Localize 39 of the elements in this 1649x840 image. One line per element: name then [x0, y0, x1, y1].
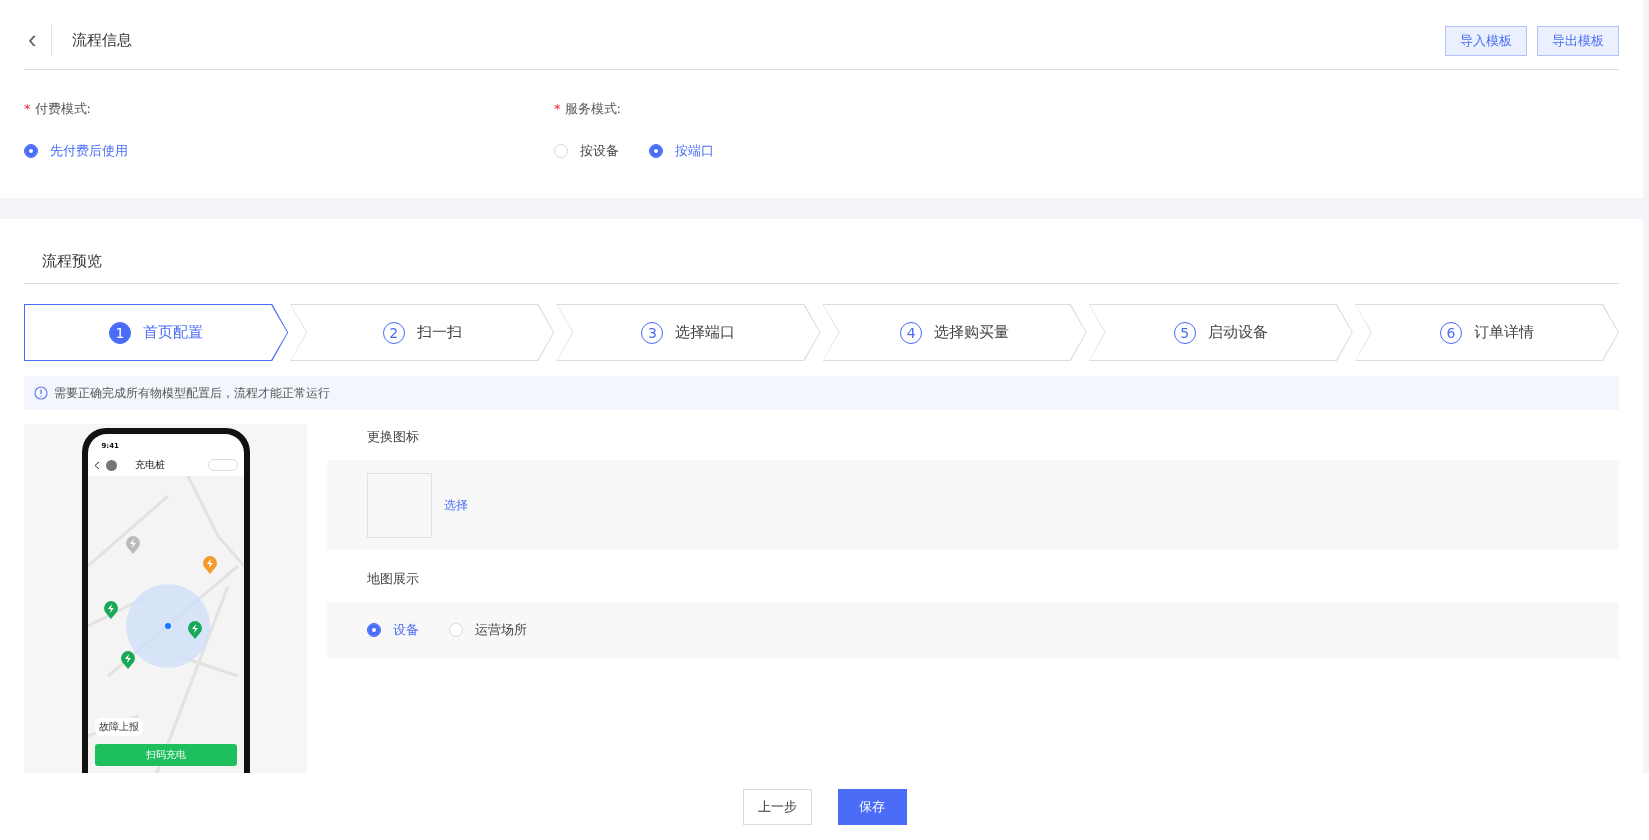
radio-circle[interactable]	[367, 623, 381, 637]
charger-pin-icon	[187, 621, 202, 639]
step-tab[interactable]: 2 扫一扫	[290, 304, 555, 361]
radio-circle[interactable]	[24, 144, 38, 158]
radio-option[interactable]: 运营场所	[449, 621, 527, 639]
choose-link[interactable]: 选择	[444, 496, 468, 514]
previous-button[interactable]: 上一步	[742, 788, 812, 825]
page-title: 流程信息	[71, 31, 133, 50]
required-mark: *	[554, 101, 561, 116]
step-tab[interactable]: 6 订单详情	[1354, 304, 1620, 361]
template-button[interactable]: 导入模板	[1445, 25, 1527, 56]
back-button[interactable]: ‹	[24, 24, 52, 57]
save-button[interactable]: 保存	[837, 788, 907, 825]
template-button[interactable]: 导出模板	[1537, 25, 1619, 56]
step-tab[interactable]: 4 选择购买量	[822, 304, 1087, 361]
step-tab[interactable]: 3 选择端口	[556, 304, 821, 361]
radio-circle[interactable]	[649, 144, 663, 158]
section-label: 更换图标	[366, 428, 420, 446]
step-tab[interactable]: 5 启动设备	[1088, 304, 1353, 361]
report-chip[interactable]: 故障上报	[94, 718, 143, 736]
charger-pin-icon	[120, 651, 135, 669]
field-label: 付费模式:	[34, 101, 91, 116]
charger-pin-icon	[125, 536, 140, 554]
radio-option[interactable]: 按设备	[554, 142, 619, 160]
section-title: 流程预览	[42, 252, 102, 271]
app-title: 充电桩	[134, 458, 166, 472]
charger-pin-icon	[103, 601, 118, 619]
notice-text: 需要正确完成所有物模型配置后，流程才能正常运行	[54, 384, 330, 402]
field-label: 服务模式:	[564, 101, 621, 116]
required-mark: *	[24, 101, 31, 116]
radio-option[interactable]: 先付费后使用	[24, 142, 128, 160]
info-icon	[34, 386, 48, 400]
back-icon	[93, 460, 100, 470]
avatar-circle	[105, 459, 117, 471]
charger-pin-icon	[202, 556, 217, 574]
section-label: 地图展示	[366, 570, 420, 588]
step-tab[interactable]: 1 首页配置	[24, 304, 289, 361]
radio-option[interactable]: 设备	[367, 621, 419, 639]
radio-option[interactable]: 按端口	[649, 142, 714, 160]
